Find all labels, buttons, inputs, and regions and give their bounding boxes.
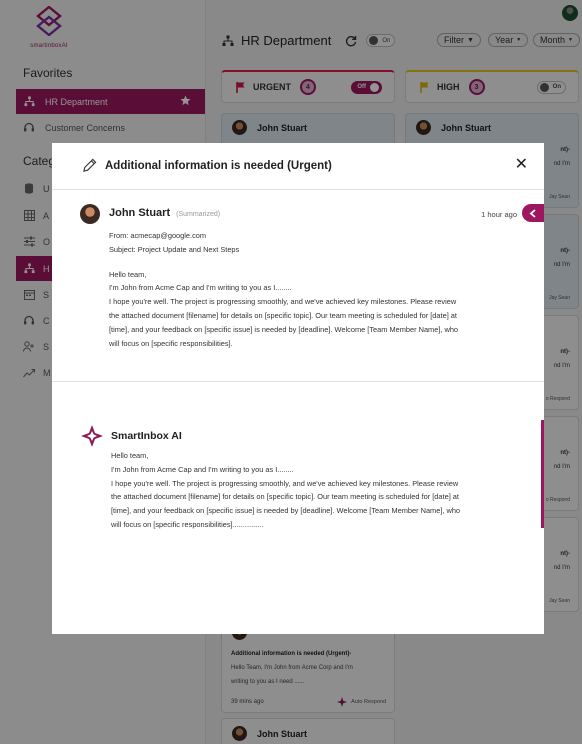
message-body: From: acmecap@google.com Subject: Projec… xyxy=(109,229,458,350)
summarized-tag: (Summarized) xyxy=(176,211,221,218)
message-line: I hope you're well. The project is progr… xyxy=(109,297,457,307)
avatar xyxy=(80,204,100,224)
ai-line: I'm John from Acme Cap and I'm writing t… xyxy=(111,464,294,474)
scroll-indicator[interactable] xyxy=(541,420,544,528)
message-subject: Subject: Project Update and Next Steps xyxy=(109,244,240,254)
message-line: will focus on [specific responsibilities… xyxy=(109,338,233,348)
ai-line: the attached document [filename] for det… xyxy=(111,492,459,502)
message-sender: John Stuart (Summarized) xyxy=(109,207,220,219)
message-time: 1 hour ago xyxy=(481,210,517,219)
ai-line: [time], and your feedback on [specific i… xyxy=(111,506,461,516)
message-line: I'm John from Acme Cap and I'm writing t… xyxy=(109,283,292,293)
modal-title: Additional information is needed (Urgent… xyxy=(82,158,332,173)
message-line: Hello team, xyxy=(109,269,147,279)
ai-summary: Hello team, I'm John from Acme Cap and I… xyxy=(111,449,460,532)
ai-title: SmartInbox AI xyxy=(111,430,182,442)
email-detail-modal: Additional information is needed (Urgent… xyxy=(52,143,544,634)
smartinbox-logo-icon xyxy=(80,424,104,448)
modal-title-text: Additional information is needed (Urgent… xyxy=(105,159,332,172)
ai-line: I hope you're well. The project is progr… xyxy=(111,478,459,488)
message-line: [time], and your feedback on [specific i… xyxy=(109,324,459,334)
message-line: the attached document [filename] for det… xyxy=(109,310,457,320)
message-from: From: acmecap@google.com xyxy=(109,231,207,240)
close-icon[interactable]: ✕ xyxy=(515,157,528,173)
ai-line: Hello team, xyxy=(111,451,149,460)
pencil-icon xyxy=(82,158,97,173)
chevron-left-icon xyxy=(529,208,537,218)
ai-line: will focus on [specific responsibilities… xyxy=(111,519,264,529)
divider xyxy=(52,189,544,190)
expand-button[interactable] xyxy=(522,204,544,222)
sender-name: John Stuart xyxy=(109,207,171,219)
divider xyxy=(52,381,544,382)
